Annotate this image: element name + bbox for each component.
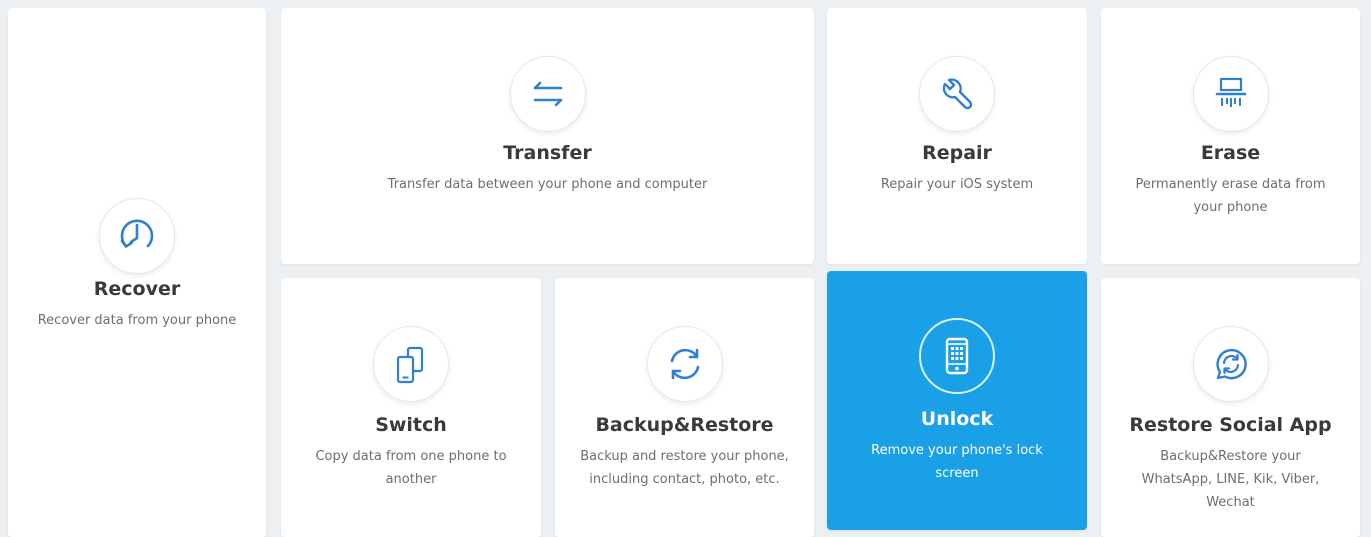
tool-title: Backup&Restore xyxy=(595,414,774,436)
tool-description: Permanently erase data from your phone xyxy=(1135,177,1326,215)
tool-description: Recover data from your phone xyxy=(37,313,237,328)
tool-title: Recover xyxy=(93,278,181,300)
tool-card-unlock[interactable]: Unlock Remove your phone's lock screen xyxy=(827,271,1087,530)
tool-card-restore-social-app[interactable]: Restore Social App Backup&Restore your W… xyxy=(1101,278,1360,537)
tool-title: Repair xyxy=(922,142,992,164)
tool-title: Switch xyxy=(375,414,447,436)
wrench-icon xyxy=(919,56,995,132)
tool-card-erase[interactable]: Erase Permanently erase data from your p… xyxy=(1101,8,1360,264)
shredder-icon xyxy=(1192,56,1269,132)
tool-card-switch[interactable]: Switch Copy data from one phone to anoth… xyxy=(281,278,541,537)
tool-description: Transfer data between your phone and com… xyxy=(387,177,708,192)
tool-description: Copy data from one phone to another xyxy=(315,449,507,487)
tool-description: Backup and restore your phone, including… xyxy=(580,449,789,487)
phone-switch-icon xyxy=(373,326,449,402)
tool-card-transfer[interactable]: Transfer Transfer data between your phon… xyxy=(281,8,814,264)
tool-title: Erase xyxy=(1200,142,1261,164)
tool-card-recover[interactable]: Recover Recover data from your phone xyxy=(8,8,266,537)
tool-card-repair[interactable]: Repair Repair your iOS system xyxy=(827,8,1087,264)
tool-description: Repair your iOS system xyxy=(880,177,1034,192)
sync-circle-icon xyxy=(646,326,723,402)
tool-description: Remove your phone's lock screen xyxy=(871,443,1043,481)
tool-description: Backup&Restore your WhatsApp, LINE, Kik,… xyxy=(1141,449,1320,510)
clock-restore-icon xyxy=(99,198,175,274)
tool-card-backup-restore[interactable]: Backup&Restore Backup and restore your p… xyxy=(555,278,814,537)
tool-title: Restore Social App xyxy=(1129,414,1332,436)
phone-lock-icon xyxy=(919,318,995,394)
transfer-arrows-icon xyxy=(509,56,586,132)
tool-title: Transfer xyxy=(503,142,592,164)
tool-title: Unlock xyxy=(920,408,994,430)
chat-restore-icon xyxy=(1192,326,1269,402)
